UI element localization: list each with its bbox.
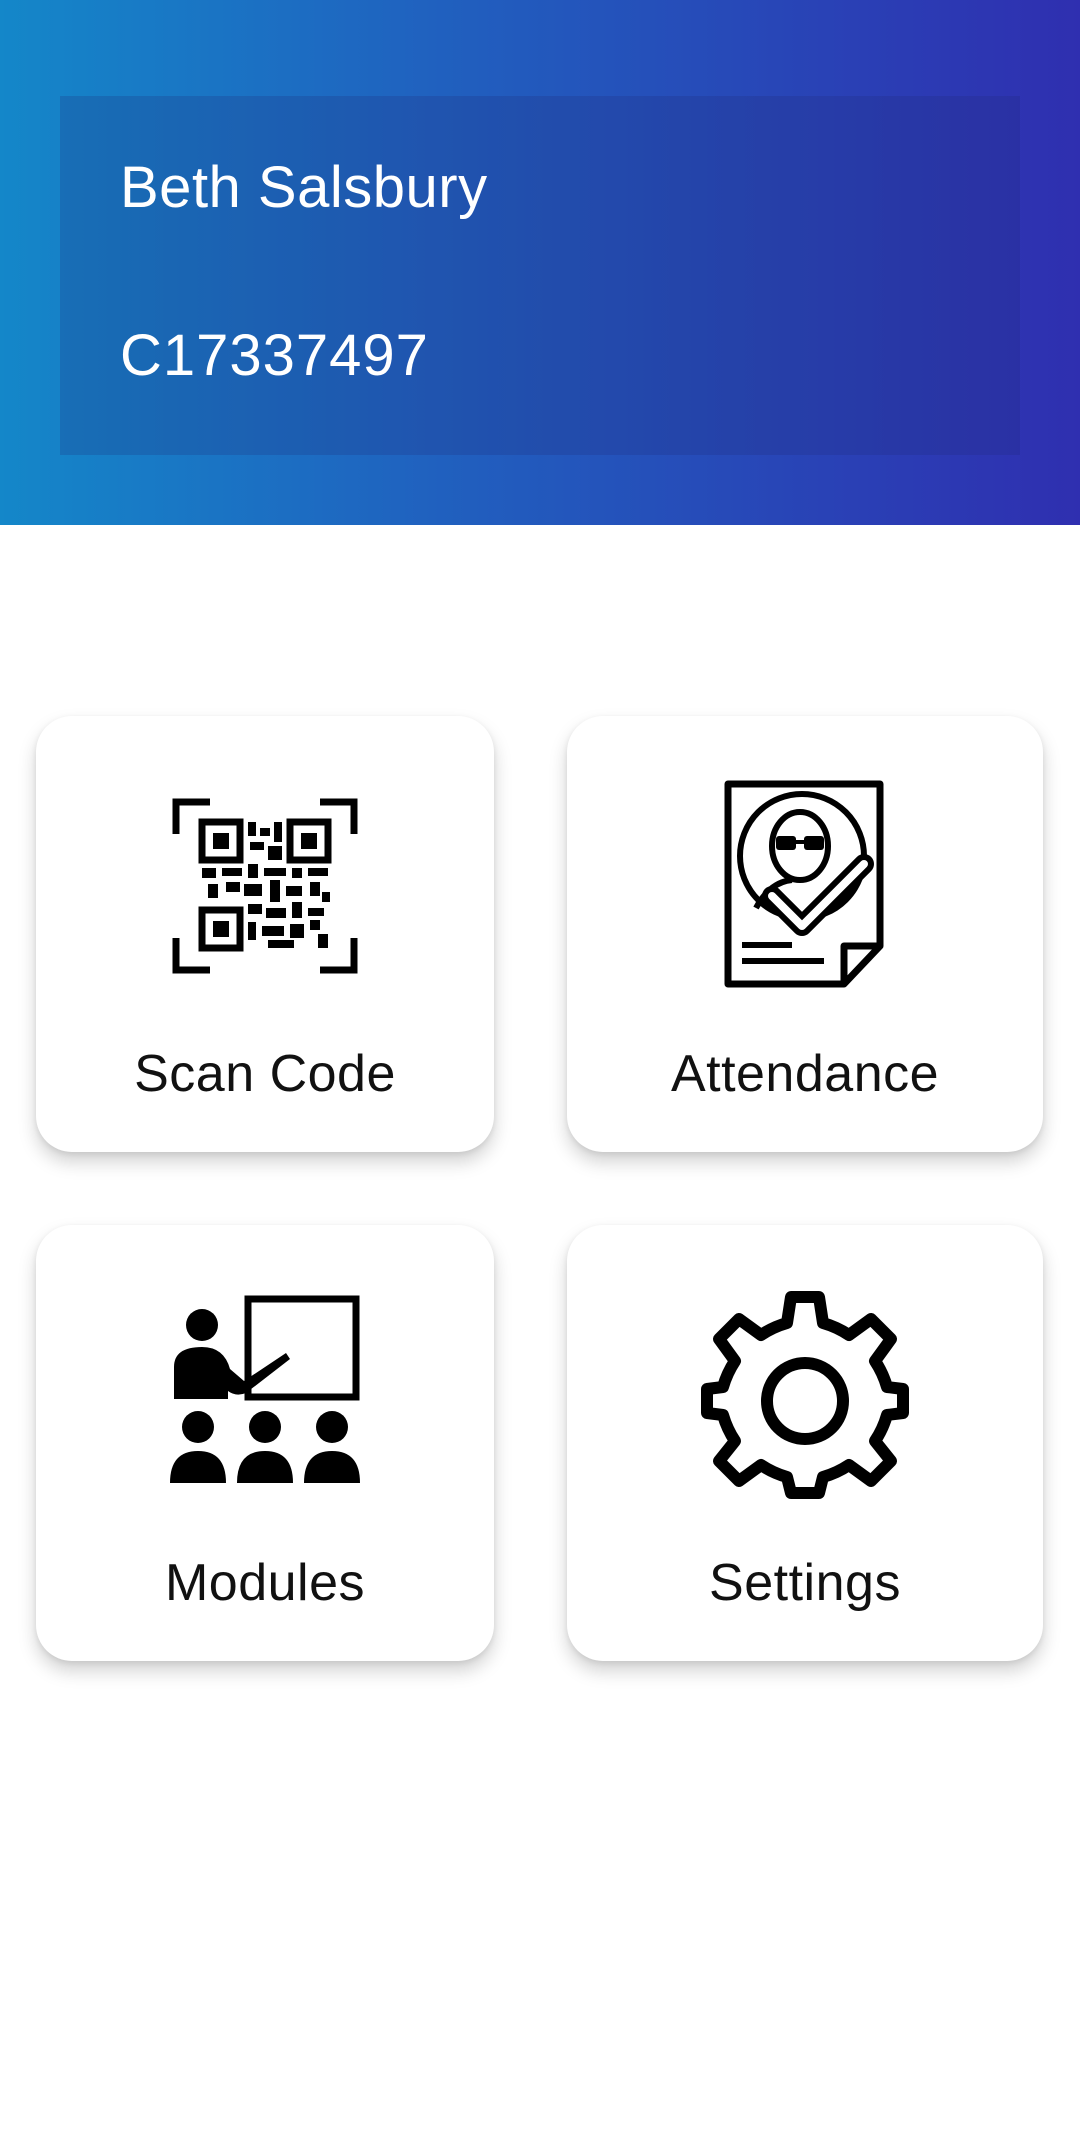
modules-label: Modules	[164, 1554, 366, 1612]
attendance-label: Attendance	[670, 1045, 940, 1103]
student-id: C17337497	[120, 323, 429, 388]
profile-header: Beth Salsbury C17337497	[0, 0, 1080, 525]
classroom-icon	[168, 1295, 362, 1492]
settings-label: Settings	[709, 1554, 901, 1612]
student-name: Beth Salsbury	[120, 155, 488, 220]
attendance-icon	[720, 778, 890, 995]
gear-icon	[699, 1289, 911, 1506]
attendance-card[interactable]: Attendance	[567, 716, 1043, 1152]
profile-panel: Beth Salsbury C17337497	[60, 96, 1020, 455]
settings-card[interactable]: Settings	[567, 1225, 1043, 1661]
modules-card[interactable]: Modules	[36, 1225, 494, 1661]
qr-code-icon	[172, 798, 358, 979]
scan-code-card[interactable]: Scan Code	[36, 716, 494, 1152]
scan-code-label: Scan Code	[134, 1045, 396, 1103]
